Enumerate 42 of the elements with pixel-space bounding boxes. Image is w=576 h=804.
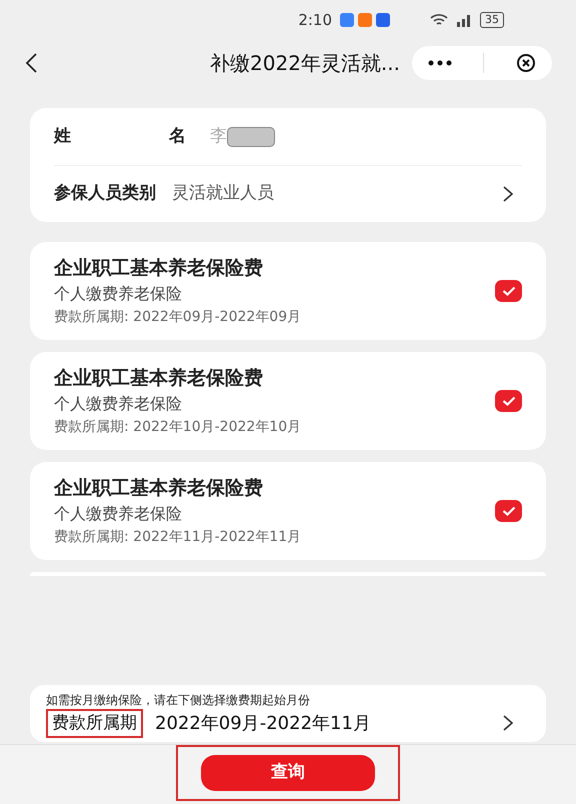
fee-item-card[interactable]: 企业职工基本养老保险费 个人缴费养老保险 费款所属期: 2022年11月-2022年11月	[30, 462, 546, 560]
signal-icon	[456, 13, 472, 27]
fee-period: 费款所属期: 2022年11月-2022年11月	[54, 528, 302, 547]
period-row[interactable]: 费款所属期 2022年09月-2022年11月	[46, 708, 530, 738]
check-icon	[502, 286, 516, 296]
app-icon	[358, 13, 372, 27]
check-icon	[502, 396, 516, 406]
field-label: 参保人员类别	[54, 182, 156, 206]
fee-item-card[interactable]: 企业职工基本养老保险费 个人缴费养老保险 费款所属期: 2022年10月-2022年10月	[30, 352, 546, 450]
fee-item-card[interactable]: 企业职工基本养老保险费 个人缴费养老保险 费款所属期: 2022年09月-2022年09月	[30, 242, 546, 340]
category-row[interactable]: 参保人员类别 灵活就业人员	[54, 166, 522, 222]
fee-subtitle: 个人缴费养老保险	[54, 393, 183, 415]
battery-indicator: 35	[480, 12, 504, 28]
chevron-right-icon	[502, 185, 514, 203]
fee-subtitle: 个人缴费养老保险	[54, 503, 183, 525]
checkbox[interactable]	[495, 500, 522, 522]
fee-period: 费款所属期: 2022年10月-2022年10月	[54, 418, 302, 437]
period-hint: 如需按月缴纳保险，请在下侧选择缴费期起始月份	[46, 692, 311, 708]
app-icon	[340, 13, 354, 27]
checkbox[interactable]	[495, 280, 522, 302]
back-icon[interactable]	[24, 52, 38, 74]
category-value: 灵活就业人员	[172, 182, 274, 206]
period-value: 2022年09月-2022年11月	[155, 712, 371, 736]
page-title: 补缴2022年灵活就...	[210, 50, 400, 77]
period-label: 费款所属期	[46, 708, 143, 738]
checkbox[interactable]	[495, 390, 522, 412]
fee-title: 企业职工基本养老保险费	[54, 256, 264, 281]
fee-title: 企业职工基本养老保险费	[54, 476, 264, 501]
fee-period: 费款所属期: 2022年09月-2022年09月	[54, 308, 302, 327]
more-icon[interactable]	[428, 60, 452, 66]
close-icon[interactable]	[516, 53, 536, 73]
field-label: 姓	[54, 124, 71, 148]
wifi-icon	[430, 13, 448, 27]
query-button[interactable]: 查询	[201, 755, 375, 791]
fee-title: 企业职工基本养老保险费	[54, 366, 264, 391]
name-value: 李	[210, 124, 227, 148]
app-icon	[376, 13, 390, 27]
check-icon	[502, 506, 516, 516]
field-label: 名	[169, 124, 186, 148]
status-time: 2:10	[298, 10, 332, 31]
chevron-right-icon	[502, 714, 514, 732]
fee-subtitle: 个人缴费养老保险	[54, 283, 183, 305]
